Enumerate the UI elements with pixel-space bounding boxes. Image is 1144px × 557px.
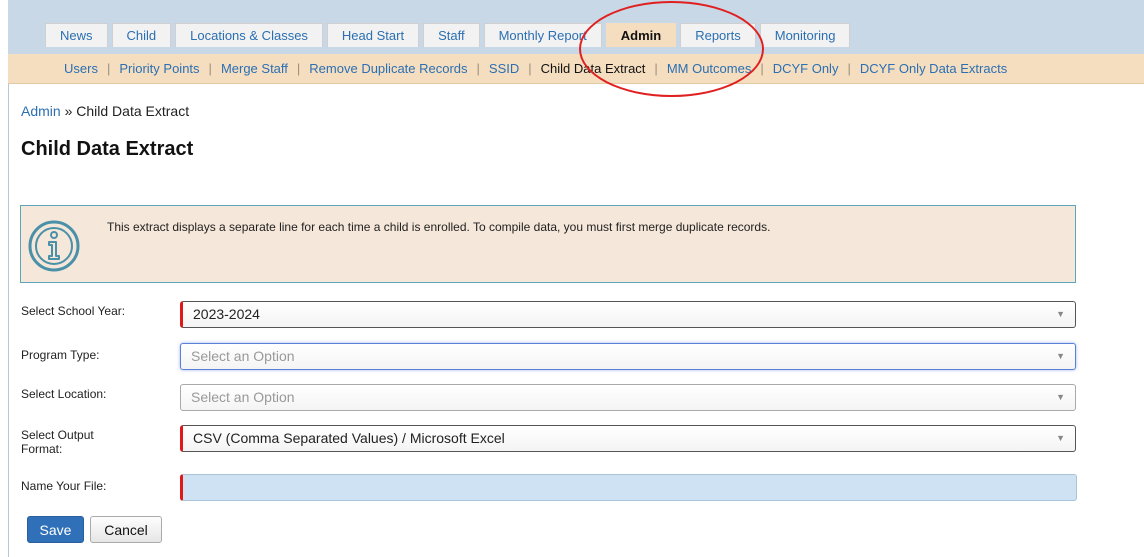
subnav-child-data-extract[interactable]: Child Data Extract: [532, 61, 655, 76]
breadcrumb-current: Child Data Extract: [76, 103, 190, 119]
tab-locations-classes[interactable]: Locations & Classes: [175, 23, 323, 47]
school-year-value: 2023-2024: [193, 306, 260, 322]
dropdown-arrow-icon: ▼: [1056, 351, 1065, 361]
save-button[interactable]: Save: [27, 516, 84, 543]
dropdown-arrow-icon: ▼: [1056, 392, 1065, 402]
page-title: Child Data Extract: [21, 138, 194, 160]
output-format-select[interactable]: CSV (Comma Separated Values) / Microsoft…: [180, 425, 1076, 452]
program-type-placeholder: Select an Option: [191, 348, 295, 364]
school-year-select[interactable]: 2023-2024 ▼: [180, 301, 1076, 328]
location-select[interactable]: Select an Option ▼: [180, 384, 1076, 411]
location-placeholder: Select an Option: [191, 389, 295, 405]
subnav-ssid[interactable]: SSID: [480, 61, 528, 76]
program-type-select[interactable]: Select an Option ▼: [180, 343, 1076, 370]
tab-child[interactable]: Child: [111, 23, 172, 47]
school-year-label: Select School Year:: [21, 304, 126, 318]
breadcrumb-admin-link[interactable]: Admin: [21, 103, 61, 119]
subnav-dcyf-only[interactable]: DCYF Only: [764, 61, 848, 76]
info-text: This extract displays a separate line fo…: [107, 220, 771, 234]
output-format-label: Select Output Format:: [21, 428, 94, 456]
tab-staff[interactable]: Staff: [423, 23, 480, 47]
subnav-priority-points[interactable]: Priority Points: [110, 61, 208, 76]
tab-reports[interactable]: Reports: [680, 23, 756, 47]
breadcrumb-separator: »: [60, 103, 77, 119]
tab-monitoring[interactable]: Monitoring: [759, 23, 851, 47]
tab-head-start[interactable]: Head Start: [326, 23, 420, 47]
subnav-users[interactable]: Users: [55, 61, 107, 76]
tab-monthly-report[interactable]: Monthly Report: [483, 23, 602, 47]
file-name-label: Name Your File:: [21, 479, 107, 493]
output-format-value: CSV (Comma Separated Values) / Microsoft…: [193, 430, 505, 446]
breadcrumb: Admin » Child Data Extract: [21, 103, 189, 119]
admin-subnav: Users | Priority Points | Merge Staff | Rem…: [8, 54, 1144, 84]
subnav-dcyf-only-data-extracts[interactable]: DCYF Only Data Extracts: [851, 61, 1016, 76]
file-name-input[interactable]: [180, 474, 1077, 501]
program-type-label: Program Type:: [21, 348, 100, 362]
subnav-remove-duplicate-records[interactable]: Remove Duplicate Records: [300, 61, 476, 76]
dropdown-arrow-icon: ▼: [1056, 433, 1065, 443]
subnav-merge-staff[interactable]: Merge Staff: [212, 61, 297, 76]
subnav-mm-outcomes[interactable]: MM Outcomes: [658, 61, 761, 76]
info-box: This extract displays a separate line fo…: [20, 205, 1076, 283]
dropdown-arrow-icon: ▼: [1056, 309, 1065, 319]
info-circle-icon: [28, 220, 80, 272]
location-label: Select Location:: [21, 387, 107, 401]
tab-news[interactable]: News: [45, 23, 108, 47]
tab-admin[interactable]: Admin: [605, 23, 677, 47]
cancel-button[interactable]: Cancel: [90, 516, 162, 543]
main-tabs: News Child Locations & Classes Head Star…: [45, 23, 854, 47]
